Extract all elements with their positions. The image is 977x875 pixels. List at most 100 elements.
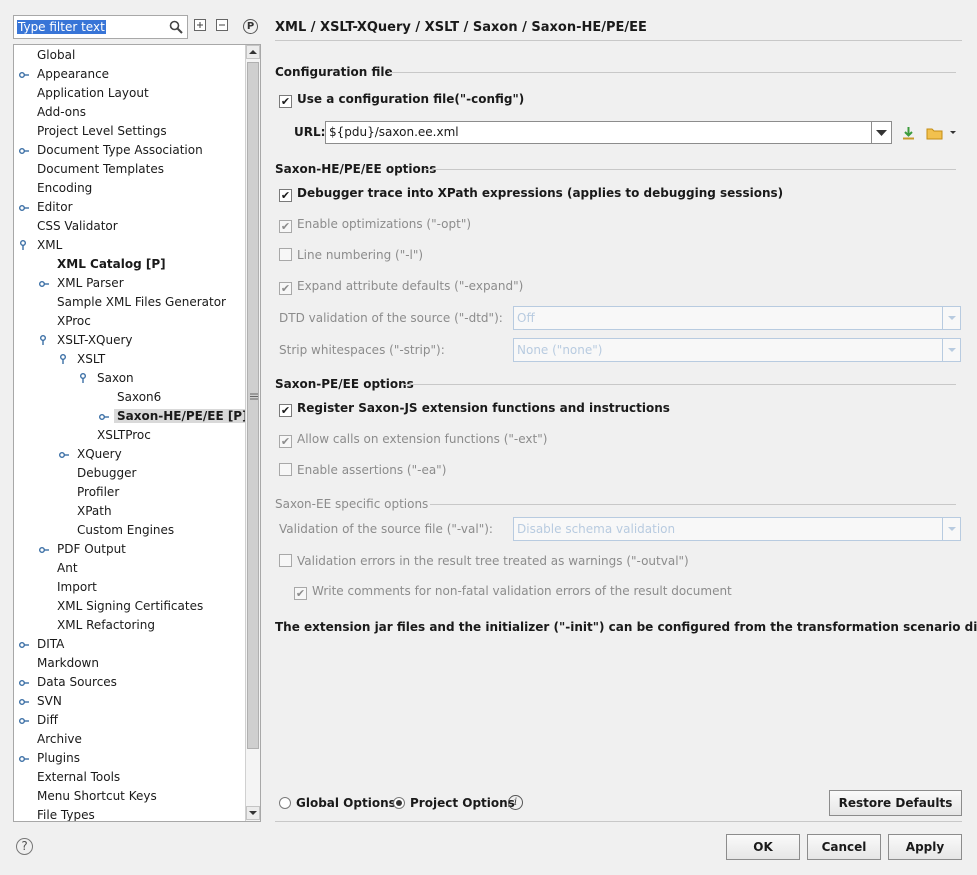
- tree-collapsed-icon[interactable]: [39, 540, 51, 559]
- tree-item[interactable]: XProc: [57, 312, 91, 331]
- browse-dropdown-icon[interactable]: [949, 130, 957, 136]
- tree-item[interactable]: XML Parser: [39, 274, 124, 293]
- tree-item[interactable]: Encoding: [37, 179, 92, 198]
- tree-item[interactable]: SVN: [19, 692, 62, 711]
- tree-item[interactable]: Diff: [19, 711, 58, 730]
- expand-all-icon[interactable]: [194, 19, 206, 31]
- tree-item[interactable]: CSS Validator: [37, 217, 118, 236]
- strip-whitespace-select[interactable]: None ("none"): [513, 338, 961, 362]
- scroll-down-button[interactable]: [246, 806, 260, 820]
- outval-checkbox[interactable]: Validation errors in the result tree tre…: [279, 554, 689, 568]
- debugger-trace-checkbox[interactable]: ✔ Debugger trace into XPath expressions (…: [279, 186, 783, 202]
- tree-item[interactable]: DITA: [19, 635, 64, 654]
- apply-button[interactable]: Apply: [888, 834, 962, 860]
- tree-scrollbar[interactable]: [245, 45, 260, 821]
- tree-expanded-icon[interactable]: [39, 331, 51, 350]
- ok-button[interactable]: OK: [726, 834, 800, 860]
- tree-item[interactable]: XML: [20, 236, 62, 255]
- write-comments-checkbox[interactable]: ✔ Write comments for non-fatal validation…: [294, 584, 732, 600]
- tree-collapsed-icon[interactable]: [19, 635, 31, 654]
- tree-collapsed-icon[interactable]: [19, 65, 31, 84]
- folder-icon[interactable]: [926, 127, 943, 140]
- collapse-all-icon[interactable]: [216, 19, 228, 31]
- dtd-validation-value: Off: [517, 311, 535, 325]
- preferences-tree[interactable]: Global Appearance Application Layout Add-on…: [13, 44, 261, 822]
- cancel-button[interactable]: Cancel: [807, 834, 881, 860]
- tree-item[interactable]: Saxon6: [117, 388, 161, 407]
- tree-item[interactable]: Data Sources: [19, 673, 117, 692]
- project-options-radio[interactable]: Project Options: [393, 796, 515, 810]
- allow-ext-checkbox[interactable]: ✔ Allow calls on extension functions ("-e…: [279, 432, 547, 448]
- tree-item[interactable]: XQuery: [59, 445, 122, 464]
- project-options-label: Project Options: [410, 796, 515, 810]
- tree-expanded-icon[interactable]: [79, 369, 91, 388]
- tree-item[interactable]: XSLTProc: [97, 426, 151, 445]
- line-numbering-checkbox[interactable]: Line numbering ("-l"): [279, 248, 423, 262]
- tree-item[interactable]: Document Type Association: [19, 141, 203, 160]
- scroll-up-button[interactable]: [246, 45, 260, 59]
- tree-item[interactable]: Plugins: [19, 749, 80, 768]
- info-icon[interactable]: i: [508, 795, 523, 810]
- tree-item[interactable]: Add-ons: [37, 103, 86, 122]
- tree-item[interactable]: Custom Engines: [77, 521, 174, 540]
- tree-item-label: Menu Shortcut Keys: [37, 789, 157, 803]
- tree-item[interactable]: External Tools: [37, 768, 120, 787]
- restore-defaults-button[interactable]: Restore Defaults: [829, 790, 962, 816]
- tree-item[interactable]: Project Level Settings: [37, 122, 167, 141]
- tree-item[interactable]: Saxon-HE/PE/EE [P]: [99, 407, 251, 426]
- tree-item[interactable]: Appearance: [19, 65, 109, 84]
- tree-item[interactable]: Profiler: [77, 483, 119, 502]
- tree-item-label: Data Sources: [37, 675, 117, 689]
- tree-collapsed-icon[interactable]: [39, 274, 51, 293]
- tree-collapsed-icon[interactable]: [19, 711, 31, 730]
- tree-item[interactable]: File Types: [37, 806, 95, 821]
- tree-expanded-icon[interactable]: [19, 236, 31, 255]
- tree-item[interactable]: Archive: [37, 730, 82, 749]
- tree-collapsed-icon[interactable]: [19, 141, 31, 160]
- tree-item[interactable]: Menu Shortcut Keys: [37, 787, 157, 806]
- validation-source-select[interactable]: Disable schema validation: [513, 517, 961, 541]
- tree-collapsed-icon[interactable]: [59, 445, 71, 464]
- tree-item[interactable]: Import: [57, 578, 97, 597]
- tree-item[interactable]: Saxon: [80, 369, 134, 388]
- register-saxon-js-checkbox[interactable]: ✔ Register Saxon-JS extension functions a…: [279, 401, 670, 417]
- help-icon[interactable]: ?: [16, 838, 33, 855]
- tree-item[interactable]: XPath: [77, 502, 112, 521]
- tree-item[interactable]: Sample XML Files Generator: [57, 293, 226, 312]
- config-section-header: Configuration file: [275, 65, 393, 79]
- tree-item[interactable]: Markdown: [37, 654, 99, 673]
- search-icon[interactable]: [169, 20, 183, 34]
- tree-item[interactable]: PDF Output: [39, 540, 126, 559]
- tree-item[interactable]: XSLT: [60, 350, 105, 369]
- tree-item[interactable]: Ant: [57, 559, 78, 578]
- tree-item[interactable]: Debugger: [77, 464, 136, 483]
- url-history-dropdown[interactable]: [871, 121, 892, 144]
- tree-collapsed-icon[interactable]: [19, 673, 31, 692]
- tree-item[interactable]: Application Layout: [37, 84, 149, 103]
- tree-collapsed-icon[interactable]: [19, 198, 31, 217]
- global-options-radio[interactable]: Global Options: [279, 796, 396, 810]
- tree-expanded-icon[interactable]: [59, 350, 71, 369]
- strip-whitespace-label: Strip whitespaces ("-strip"):: [279, 343, 445, 357]
- expand-attr-checkbox[interactable]: ✔ Expand attribute defaults ("-expand"): [279, 279, 523, 295]
- tree-item[interactable]: XML Signing Certificates: [57, 597, 203, 616]
- url-field[interactable]: ${pdu}/saxon.ee.xml: [325, 121, 872, 144]
- tree-item[interactable]: XML Catalog [P]: [57, 255, 166, 274]
- enable-optimizations-checkbox[interactable]: ✔ Enable optimizations ("-opt"): [279, 217, 471, 233]
- insert-editor-variables-icon[interactable]: [902, 126, 915, 140]
- tree-item[interactable]: Editor: [19, 198, 73, 217]
- use-config-checkbox[interactable]: ✔ Use a configuration file("-config"): [279, 92, 524, 108]
- filter-input[interactable]: Type filter text: [13, 15, 188, 39]
- tree-collapsed-icon[interactable]: [19, 749, 31, 768]
- tree-item[interactable]: XSLT-XQuery: [40, 331, 133, 350]
- tree-collapsed-icon[interactable]: [99, 407, 111, 426]
- tree-item[interactable]: Global: [37, 46, 75, 65]
- tree-collapsed-icon[interactable]: [19, 692, 31, 711]
- tree-item[interactable]: XML Refactoring: [57, 616, 155, 635]
- project-options-filter-icon[interactable]: P: [243, 19, 258, 34]
- dtd-validation-select[interactable]: Off: [513, 306, 961, 330]
- scroll-thumb[interactable]: [247, 62, 259, 749]
- enable-assertions-checkbox[interactable]: Enable assertions ("-ea"): [279, 463, 446, 477]
- tree-item-label: Global: [37, 48, 76, 62]
- tree-item[interactable]: Document Templates: [37, 160, 164, 179]
